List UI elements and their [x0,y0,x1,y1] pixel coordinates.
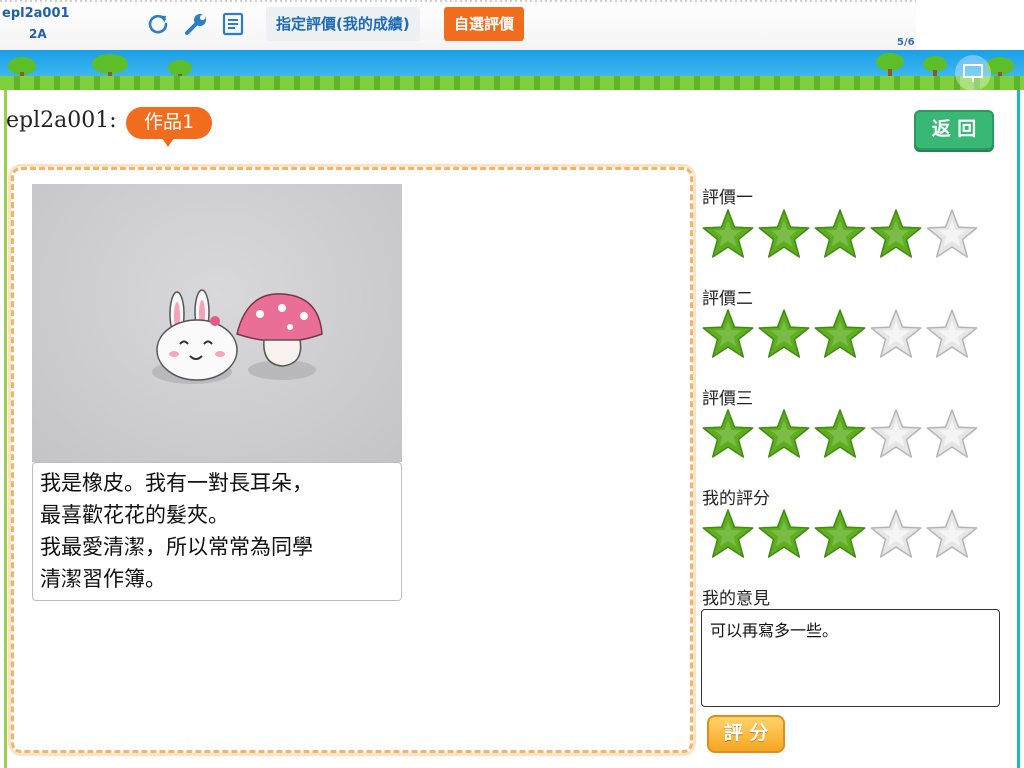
work-badge: 作品1 [126,107,212,147]
notes-icon[interactable] [220,11,246,37]
star-empty-icon[interactable] [868,306,924,362]
rating-stars-3[interactable] [700,406,990,462]
star-filled-icon[interactable] [700,506,756,562]
star-filled-icon[interactable] [756,306,812,362]
page-counter: 5/6 [897,37,915,48]
star-empty-icon[interactable] [924,306,980,362]
star-filled-icon[interactable] [812,306,868,362]
top-toolbar: epl2a001 2A 指定評價(我的成績) 自選評價 5/6 [0,0,1024,50]
star-filled-icon[interactable] [868,206,924,262]
star-filled-icon[interactable] [756,206,812,262]
star-filled-icon[interactable] [812,506,868,562]
eraser-photo-icon [152,289,323,384]
comment-input[interactable]: 可以再寫多一些。 [701,609,1000,707]
star-empty-icon[interactable] [924,406,980,462]
rating-label-1: 評價一 [702,188,753,208]
star-empty-icon[interactable] [924,206,980,262]
star-empty-icon[interactable] [924,506,980,562]
caption-line: 我最愛清潔，所以常常為同學 [40,535,313,559]
work-caption: 我是橡皮。我有一對長耳朵， 最喜歡花花的髮夾。 我最愛清潔，所以常常為同學 清潔… [32,462,402,601]
presentation-button[interactable] [955,55,991,91]
work-owner: epl2a001: [6,108,117,133]
star-filled-icon[interactable] [700,306,756,362]
submit-score-button[interactable]: 評 分 [707,715,785,753]
toolbar-divider [0,0,916,2]
toolbar-right-area [916,0,1024,50]
grass-strip [0,76,1024,90]
star-filled-icon[interactable] [812,206,868,262]
star-filled-icon[interactable] [812,406,868,462]
refresh-icon[interactable] [145,11,171,37]
wrench-icon[interactable] [183,11,209,37]
self-evaluation-button[interactable]: 自選評價 [444,7,525,41]
user-id: epl2a001 [2,6,70,21]
decorative-banner [0,50,1024,90]
my-rating-stars[interactable] [700,506,990,562]
rating-stars-1[interactable] [700,206,990,262]
comment-label: 我的意見 [702,589,770,609]
assigned-evaluation-button[interactable]: 指定評價(我的成績) [266,7,420,41]
rating-stars-2[interactable] [700,306,990,362]
star-filled-icon[interactable] [756,506,812,562]
caption-line: 我是橡皮。我有一對長耳朵， [40,471,313,495]
star-filled-icon[interactable] [700,406,756,462]
star-empty-icon[interactable] [868,406,924,462]
back-button[interactable]: 返 回 [914,110,994,150]
caption-line: 清潔習作簿。 [40,567,166,591]
star-empty-icon[interactable] [868,506,924,562]
class-name: 2A [29,27,47,41]
screen-icon [963,64,983,82]
star-filled-icon[interactable] [756,406,812,462]
work-photo [32,184,402,462]
star-filled-icon[interactable] [700,206,756,262]
caption-line: 最喜歡花花的髮夾。 [40,503,229,527]
